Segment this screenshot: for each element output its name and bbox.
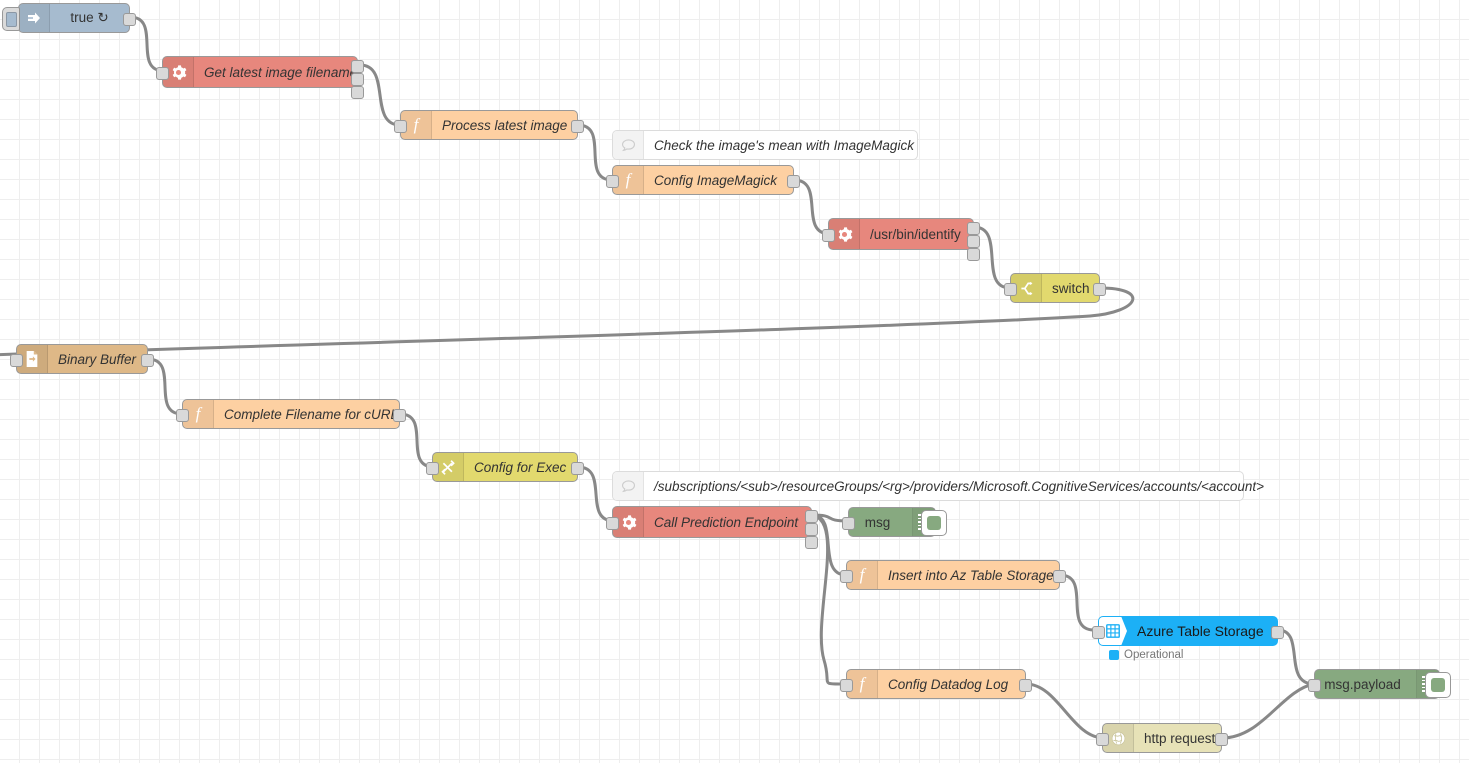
- output-port-stderr[interactable]: [351, 73, 364, 86]
- input-port[interactable]: [10, 354, 23, 367]
- node-comment-check-image-mean[interactable]: Check the image's mean with ImageMagick: [612, 130, 918, 160]
- node-label: Complete Filename for cURL: [224, 406, 399, 422]
- node-function-config-datadog-log[interactable]: f Config Datadog Log: [840, 669, 1032, 699]
- wire-process-to-configim: [576, 123, 614, 182]
- comment-bubble-icon: [613, 131, 644, 159]
- wire-azuretable-to-debugpayload: [1276, 628, 1316, 686]
- debug-enable-toggle[interactable]: [921, 510, 947, 536]
- node-file-binary-buffer[interactable]: Binary Buffer: [10, 344, 154, 374]
- output-port-stderr[interactable]: [805, 523, 818, 536]
- output-port[interactable]: [1053, 570, 1066, 583]
- node-label: msg.payload: [1324, 676, 1401, 692]
- output-port[interactable]: [571, 462, 584, 475]
- node-label: switch: [1052, 280, 1090, 296]
- node-http-request[interactable]: http request: [1096, 723, 1228, 753]
- output-port[interactable]: [141, 354, 154, 367]
- node-label: Binary Buffer: [58, 351, 137, 367]
- flow-canvas[interactable]: true ↻ Get latest image filename f Proce…: [0, 0, 1469, 763]
- node-debug-msg-payload[interactable]: msg.payload: [1308, 669, 1451, 699]
- input-port[interactable]: [1092, 626, 1105, 639]
- node-label: /usr/bin/identify: [870, 226, 961, 242]
- node-function-process-latest-image[interactable]: f Process latest image: [394, 110, 584, 140]
- output-port[interactable]: [393, 409, 406, 422]
- wire-configexec-to-callpred: [576, 465, 616, 523]
- output-port[interactable]: [123, 13, 136, 26]
- output-port-stderr[interactable]: [967, 235, 980, 248]
- input-port[interactable]: [606, 517, 619, 530]
- output-port-stdout[interactable]: [967, 222, 980, 235]
- inject-trigger-button[interactable]: [2, 7, 20, 31]
- output-port-stdout[interactable]: [805, 510, 818, 523]
- comment-bubble-icon: [613, 472, 644, 500]
- wire-configim-to-identify: [792, 178, 832, 236]
- wire-configdatadog-to-httprequest: [1024, 682, 1106, 740]
- output-port[interactable]: [571, 120, 584, 133]
- input-port[interactable]: [840, 679, 853, 692]
- input-port[interactable]: [606, 175, 619, 188]
- node-label: Insert into Az Table Storage: [888, 567, 1054, 583]
- output-port[interactable]: [787, 175, 800, 188]
- svg-text:f: f: [196, 405, 203, 423]
- input-port[interactable]: [840, 570, 853, 583]
- inject-arrow-icon: [19, 4, 50, 32]
- node-switch[interactable]: switch: [1004, 273, 1106, 303]
- node-label: Config for Exec: [474, 459, 567, 475]
- node-change-config-for-exec[interactable]: Config for Exec: [426, 452, 584, 482]
- node-label: Azure Table Storage: [1137, 623, 1264, 639]
- wire-insertaz-to-azuretable: [1058, 573, 1096, 632]
- svg-text:f: f: [626, 171, 633, 189]
- node-label: Check the image's mean with ImageMagick: [654, 137, 914, 153]
- output-port-stdout[interactable]: [351, 60, 364, 73]
- input-port[interactable]: [426, 462, 439, 475]
- wire-binarybuffer-to-completecurl: [146, 357, 184, 416]
- output-port-returncode[interactable]: [967, 248, 980, 261]
- wire-httprequest-to-debugpayload: [1220, 682, 1316, 740]
- node-exec-get-latest-image-filename[interactable]: Get latest image filename: [156, 56, 364, 99]
- node-exec-call-prediction-endpoint[interactable]: Call Prediction Endpoint: [606, 506, 818, 549]
- node-label: msg: [864, 514, 891, 530]
- node-label: Config Datadog Log: [888, 676, 1009, 692]
- input-port[interactable]: [842, 517, 855, 530]
- node-label: http request: [1144, 730, 1216, 746]
- output-port[interactable]: [1019, 679, 1032, 692]
- debug-enable-toggle[interactable]: [1425, 672, 1451, 698]
- debug-toggle-indicator: [1431, 678, 1445, 692]
- svg-text:f: f: [860, 566, 867, 584]
- node-function-complete-filename-for-curl[interactable]: f Complete Filename for cURL: [176, 399, 406, 429]
- node-inject-true[interactable]: true ↻: [2, 3, 136, 33]
- node-label: Get latest image filename: [204, 64, 358, 80]
- status-label: Operational: [1124, 649, 1184, 661]
- output-port-returncode[interactable]: [351, 86, 364, 99]
- status-indicator-dot: [1109, 650, 1119, 660]
- node-azure-table-storage[interactable]: Azure Table Storage Operational: [1092, 616, 1284, 661]
- input-port[interactable]: [156, 67, 169, 80]
- input-port[interactable]: [394, 120, 407, 133]
- wire-switch-to-binarybuffer: [0, 286, 1135, 357]
- node-function-config-imagemagick[interactable]: f Config ImageMagick: [606, 165, 800, 195]
- node-label: Call Prediction Endpoint: [654, 514, 799, 530]
- input-port[interactable]: [1004, 283, 1017, 296]
- node-label: Process latest image: [442, 117, 568, 133]
- debug-toggle-indicator: [927, 516, 941, 530]
- output-port-returncode[interactable]: [805, 536, 818, 549]
- node-debug-msg[interactable]: msg: [842, 507, 947, 537]
- input-port[interactable]: [822, 229, 835, 242]
- node-label: /subscriptions/<sub>/resourceGroups/<rg>…: [654, 478, 1265, 494]
- node-comment-subscription-path[interactable]: /subscriptions/<sub>/resourceGroups/<rg>…: [612, 471, 1264, 501]
- input-port[interactable]: [1308, 679, 1321, 692]
- status-badge: Operational: [1109, 649, 1183, 661]
- node-label: Config ImageMagick: [654, 172, 778, 188]
- output-port[interactable]: [1271, 626, 1284, 639]
- node-label: true ↻: [70, 10, 109, 25]
- node-exec-usr-bin-identify[interactable]: /usr/bin/identify: [822, 218, 980, 261]
- input-port[interactable]: [1096, 733, 1109, 746]
- wire-layer: [0, 15, 1316, 740]
- output-port[interactable]: [1093, 283, 1106, 296]
- inject-button-face: [5, 11, 17, 27]
- svg-text:f: f: [860, 675, 867, 693]
- svg-text:f: f: [414, 116, 421, 134]
- node-function-insert-into-az-table-storage[interactable]: f Insert into Az Table Storage: [840, 560, 1066, 590]
- output-port[interactable]: [1215, 733, 1228, 746]
- input-port[interactable]: [176, 409, 189, 422]
